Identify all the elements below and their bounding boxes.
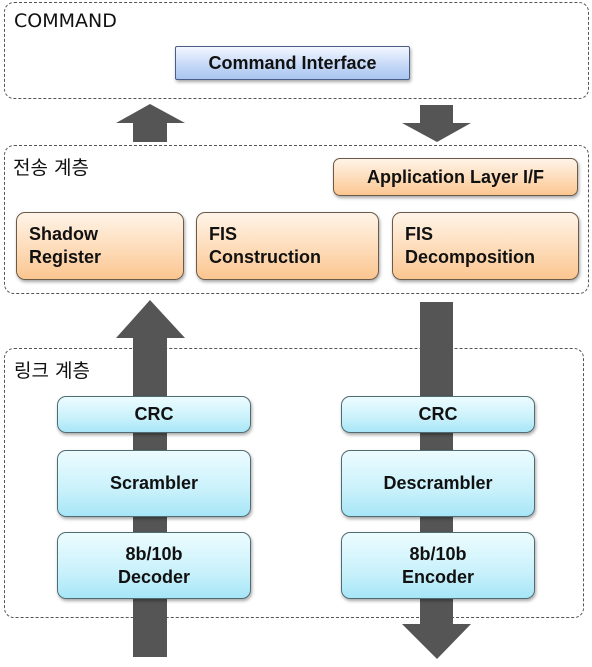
link-layer-label: 링크 계층 <box>14 360 90 382</box>
command-interface-box: Command Interface <box>175 46 410 80</box>
encoder-box: 8b/10b Encoder <box>341 532 535 599</box>
up-arrow-to-command <box>116 104 185 142</box>
encoder-line2: Encoder <box>401 566 475 587</box>
fis-construction-line2: Construction <box>209 247 321 267</box>
fis-decomposition-box: FIS Decomposition <box>392 212 579 280</box>
encoder-line1: 8b/10b <box>409 543 467 564</box>
decoder-line2: Decoder <box>117 566 191 587</box>
shadow-register-line1: Shadow <box>29 224 99 244</box>
command-group-label: COMMAND <box>14 10 117 32</box>
fis-construction-box: FIS Construction <box>196 212 379 280</box>
shadow-register-box: Shadow Register <box>16 212 184 280</box>
fis-construction-line1: FIS <box>209 224 238 244</box>
decoder-box: 8b/10b Decoder <box>57 532 251 599</box>
crc-box-transmit: CRC <box>341 396 535 433</box>
fis-decomposition-line1: FIS <box>405 224 434 244</box>
down-arrow-from-command <box>402 105 471 142</box>
fis-decomposition-line2: Decomposition <box>405 247 536 267</box>
scrambler-box: Scrambler <box>57 450 251 517</box>
shadow-register-line2: Register <box>29 247 102 267</box>
transport-layer-label: 전송 계층 <box>13 157 89 179</box>
application-layer-if-box: Application Layer I/F <box>333 158 578 196</box>
crc-box-receive: CRC <box>57 396 251 433</box>
descrambler-box: Descrambler <box>341 450 535 517</box>
decoder-line1: 8b/10b <box>125 543 183 564</box>
